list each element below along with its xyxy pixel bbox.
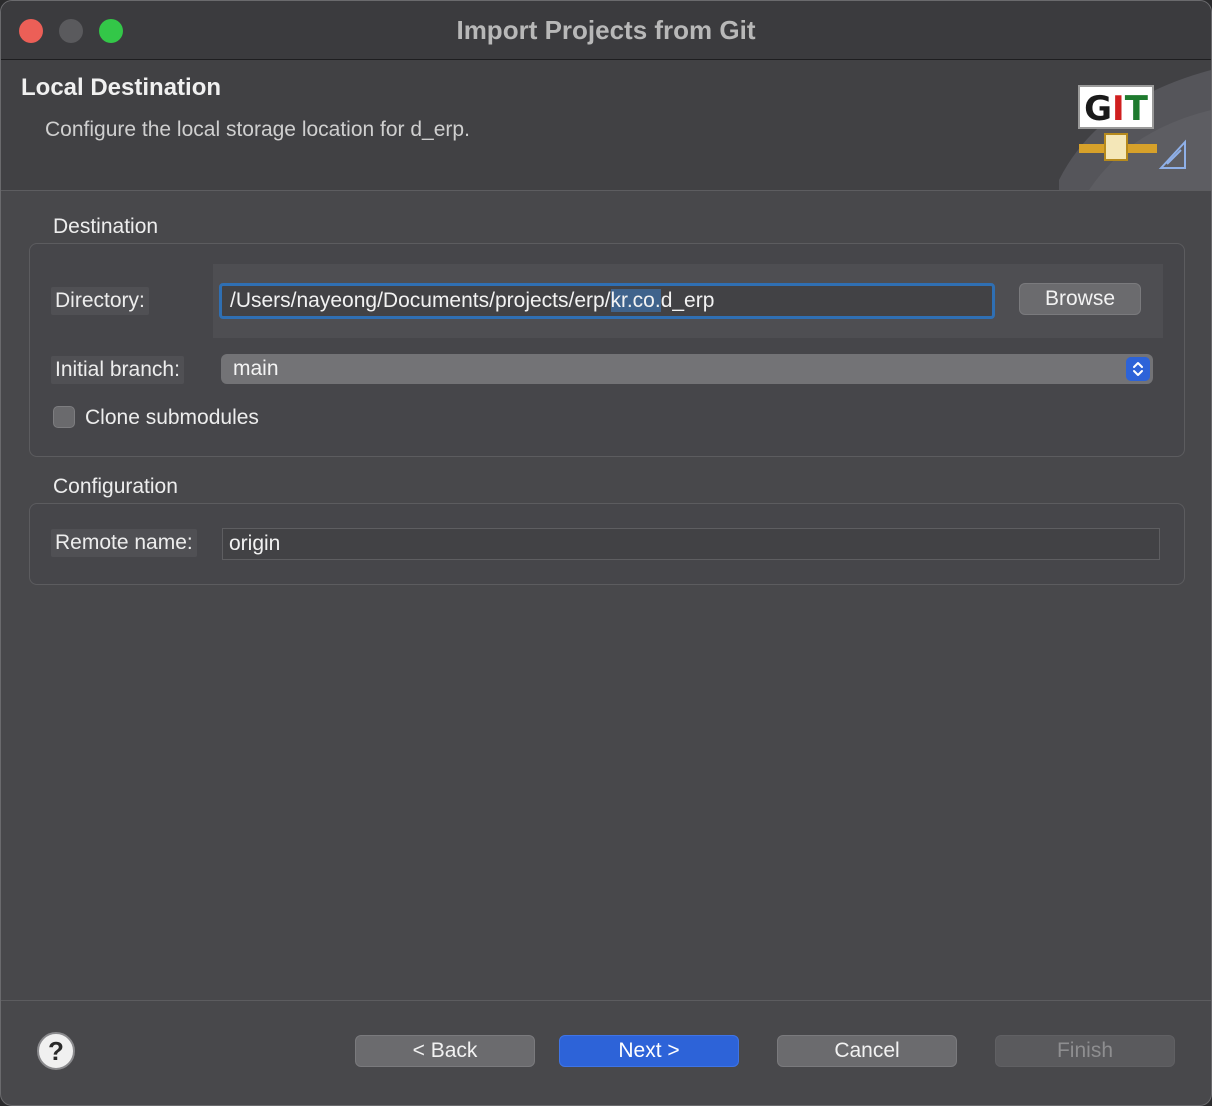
destination-group-label: Destination — [53, 215, 159, 238]
window-title: Import Projects from Git — [456, 15, 756, 45]
initial-branch-value: main — [233, 357, 279, 380]
configuration-group-label: Configuration — [53, 475, 178, 498]
chevron-up-down-icon — [1126, 357, 1150, 381]
page-title: Local Destination — [21, 74, 222, 101]
git-wizard-icon: GIT — [1059, 70, 1211, 190]
directory-value-suffix: d_erp — [660, 289, 715, 312]
wizard-banner: Local Destination Configure the local st… — [1, 60, 1211, 191]
cancel-button[interactable]: Cancel — [777, 1035, 957, 1067]
next-button[interactable]: Next > — [559, 1035, 739, 1067]
directory-value: /Users/nayeong/Documents/projects/erp/ — [230, 289, 611, 312]
back-button[interactable]: < Back — [355, 1035, 535, 1067]
clone-submodules-label[interactable]: Clone submodules — [85, 406, 259, 430]
browse-button[interactable]: Browse — [1019, 283, 1141, 315]
remote-name-label: Remote name: — [51, 529, 197, 557]
page-description: Configure the local storage location for… — [45, 118, 470, 141]
initial-branch-label: Initial branch: — [51, 356, 184, 384]
title-bar: Import Projects from Git — [1, 1, 1211, 60]
help-button[interactable]: ? — [37, 1032, 75, 1070]
directory-input[interactable]: /Users/nayeong/Documents/projects/erp/kr… — [219, 283, 995, 319]
directory-label: Directory: — [51, 287, 149, 315]
footer-divider — [1, 1000, 1211, 1001]
clone-submodules-checkbox[interactable] — [53, 406, 75, 428]
initial-branch-select[interactable]: main — [221, 354, 1153, 384]
directory-value-selection: kr.co. — [610, 289, 661, 312]
svg-text:GIT: GIT — [1084, 89, 1149, 129]
remote-name-input[interactable]: origin — [222, 528, 1160, 560]
import-dialog: Import Projects from Git Local Destinati… — [0, 0, 1212, 1106]
finish-button[interactable]: Finish — [995, 1035, 1175, 1067]
